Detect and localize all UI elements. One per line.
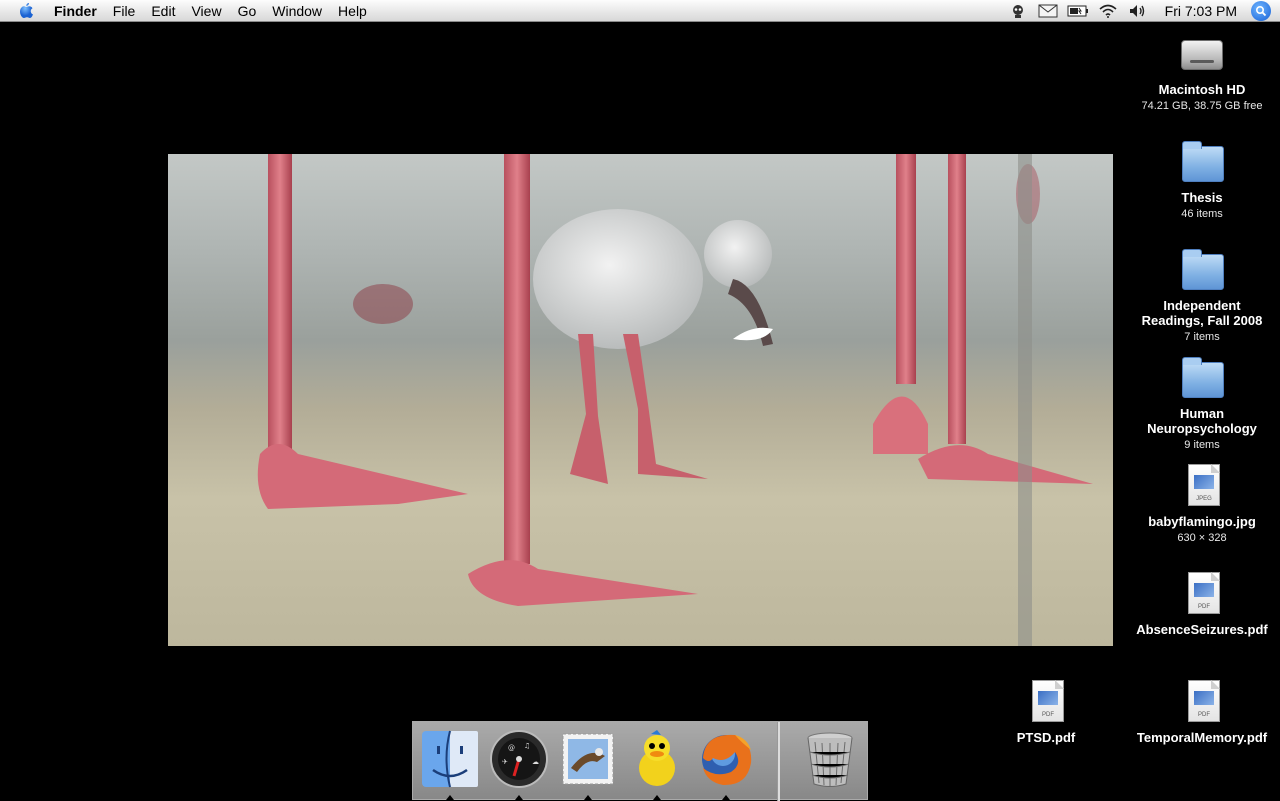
icon-label: PTSD.pdf <box>1016 730 1076 745</box>
menu-file[interactable]: File <box>105 0 144 22</box>
menu-bar: Finder File Edit View Go Window Help Fri… <box>0 0 1280 22</box>
icon-label: Thesis <box>1181 190 1223 205</box>
dashboard-icon: @ ♫ ☁ ✈ <box>490 730 548 788</box>
svg-text:♫: ♫ <box>524 742 530 750</box>
icon-label: AbsenceSeizures.pdf <box>1136 622 1268 637</box>
running-indicator <box>446 795 454 800</box>
volume-icon[interactable] <box>1126 0 1150 22</box>
menu-view[interactable]: View <box>183 0 229 22</box>
folder-icon <box>1182 249 1224 290</box>
robot-icon[interactable] <box>1006 0 1030 22</box>
desktop-icon-human-neuropsychology[interactable]: Human Neuropsychology 9 items <box>1127 354 1277 452</box>
menu-go[interactable]: Go <box>230 0 265 22</box>
menu-window[interactable]: Window <box>264 0 330 22</box>
running-indicator <box>584 795 592 800</box>
folder-icon <box>1182 357 1224 398</box>
dock-adium[interactable] <box>626 728 688 800</box>
dock-firefox[interactable] <box>695 728 757 800</box>
apple-menu-icon[interactable] <box>12 0 40 22</box>
icon-info: 7 items <box>1184 331 1220 343</box>
desktop-icon-independent-readings[interactable]: Independent Readings, Fall 2008 7 items <box>1127 246 1277 344</box>
dock-trash[interactable] <box>799 728 861 792</box>
firefox-icon <box>702 734 752 786</box>
desktop-icon-macintosh-hd[interactable]: Macintosh HD 74.21 GB, 38.75 GB free <box>1127 30 1277 113</box>
jpeg-file-icon: JPEG <box>1188 464 1220 506</box>
menu-edit[interactable]: Edit <box>143 0 183 22</box>
menu-finder[interactable]: Finder <box>40 0 105 22</box>
pdf-file-icon: PDF <box>1188 572 1220 614</box>
hard-drive-icon <box>1181 40 1223 70</box>
running-indicator <box>653 795 661 800</box>
dock: @ ♫ ☁ ✈ <box>412 721 868 801</box>
dock-finder[interactable] <box>419 728 481 800</box>
menu-help[interactable]: Help <box>330 0 375 22</box>
pdf-file-icon: PDF <box>1032 680 1064 722</box>
desktop-icon-babyflamingo[interactable]: JPEG babyflamingo.jpg 630 × 328 <box>1127 462 1277 545</box>
desktop-icon-temporalmemory[interactable]: PDF TemporalMemory.pdf <box>1127 678 1277 745</box>
icon-label: Human Neuropsychology <box>1147 406 1257 436</box>
desktop-icon-absenceseizures[interactable]: PDF AbsenceSeizures.pdf <box>1127 570 1277 637</box>
running-indicator <box>515 795 523 800</box>
icon-label: Macintosh HD <box>1158 82 1246 97</box>
icon-label: Independent Readings, Fall 2008 <box>1141 298 1263 328</box>
adium-duck-icon <box>639 730 675 786</box>
icon-info: 46 items <box>1181 208 1223 220</box>
spotlight-icon[interactable] <box>1251 1 1271 21</box>
mail-icon[interactable] <box>1036 0 1060 22</box>
trash-icon <box>807 732 853 787</box>
pdf-file-icon: PDF <box>1188 680 1220 722</box>
menu-clock[interactable]: Fri 7:03 PM <box>1165 3 1237 19</box>
icon-info: 630 × 328 <box>1177 532 1227 544</box>
dock-separator <box>777 722 780 801</box>
dock-dashboard[interactable]: @ ♫ ☁ ✈ <box>488 728 550 800</box>
icon-info: 74.21 GB, 38.75 GB free <box>1141 100 1263 112</box>
dock-mail[interactable] <box>557 728 619 800</box>
battery-icon[interactable] <box>1066 0 1090 22</box>
mail-stamp-icon <box>562 733 614 785</box>
desktop-icon-thesis[interactable]: Thesis 46 items <box>1127 138 1277 221</box>
desktop-wallpaper-flamingo-photo <box>168 154 1113 646</box>
folder-icon <box>1182 141 1224 182</box>
finder-icon <box>422 730 478 788</box>
icon-info: 9 items <box>1184 439 1220 451</box>
desktop-icon-ptsd[interactable]: PDF PTSD.pdf <box>971 678 1121 745</box>
svg-text:@: @ <box>508 744 515 752</box>
wifi-icon[interactable] <box>1096 0 1120 22</box>
svg-text:✈: ✈ <box>502 758 508 766</box>
running-indicator <box>722 795 730 800</box>
svg-text:☁: ☁ <box>532 758 539 766</box>
icon-label: TemporalMemory.pdf <box>1136 730 1268 745</box>
icon-label: babyflamingo.jpg <box>1148 514 1256 529</box>
